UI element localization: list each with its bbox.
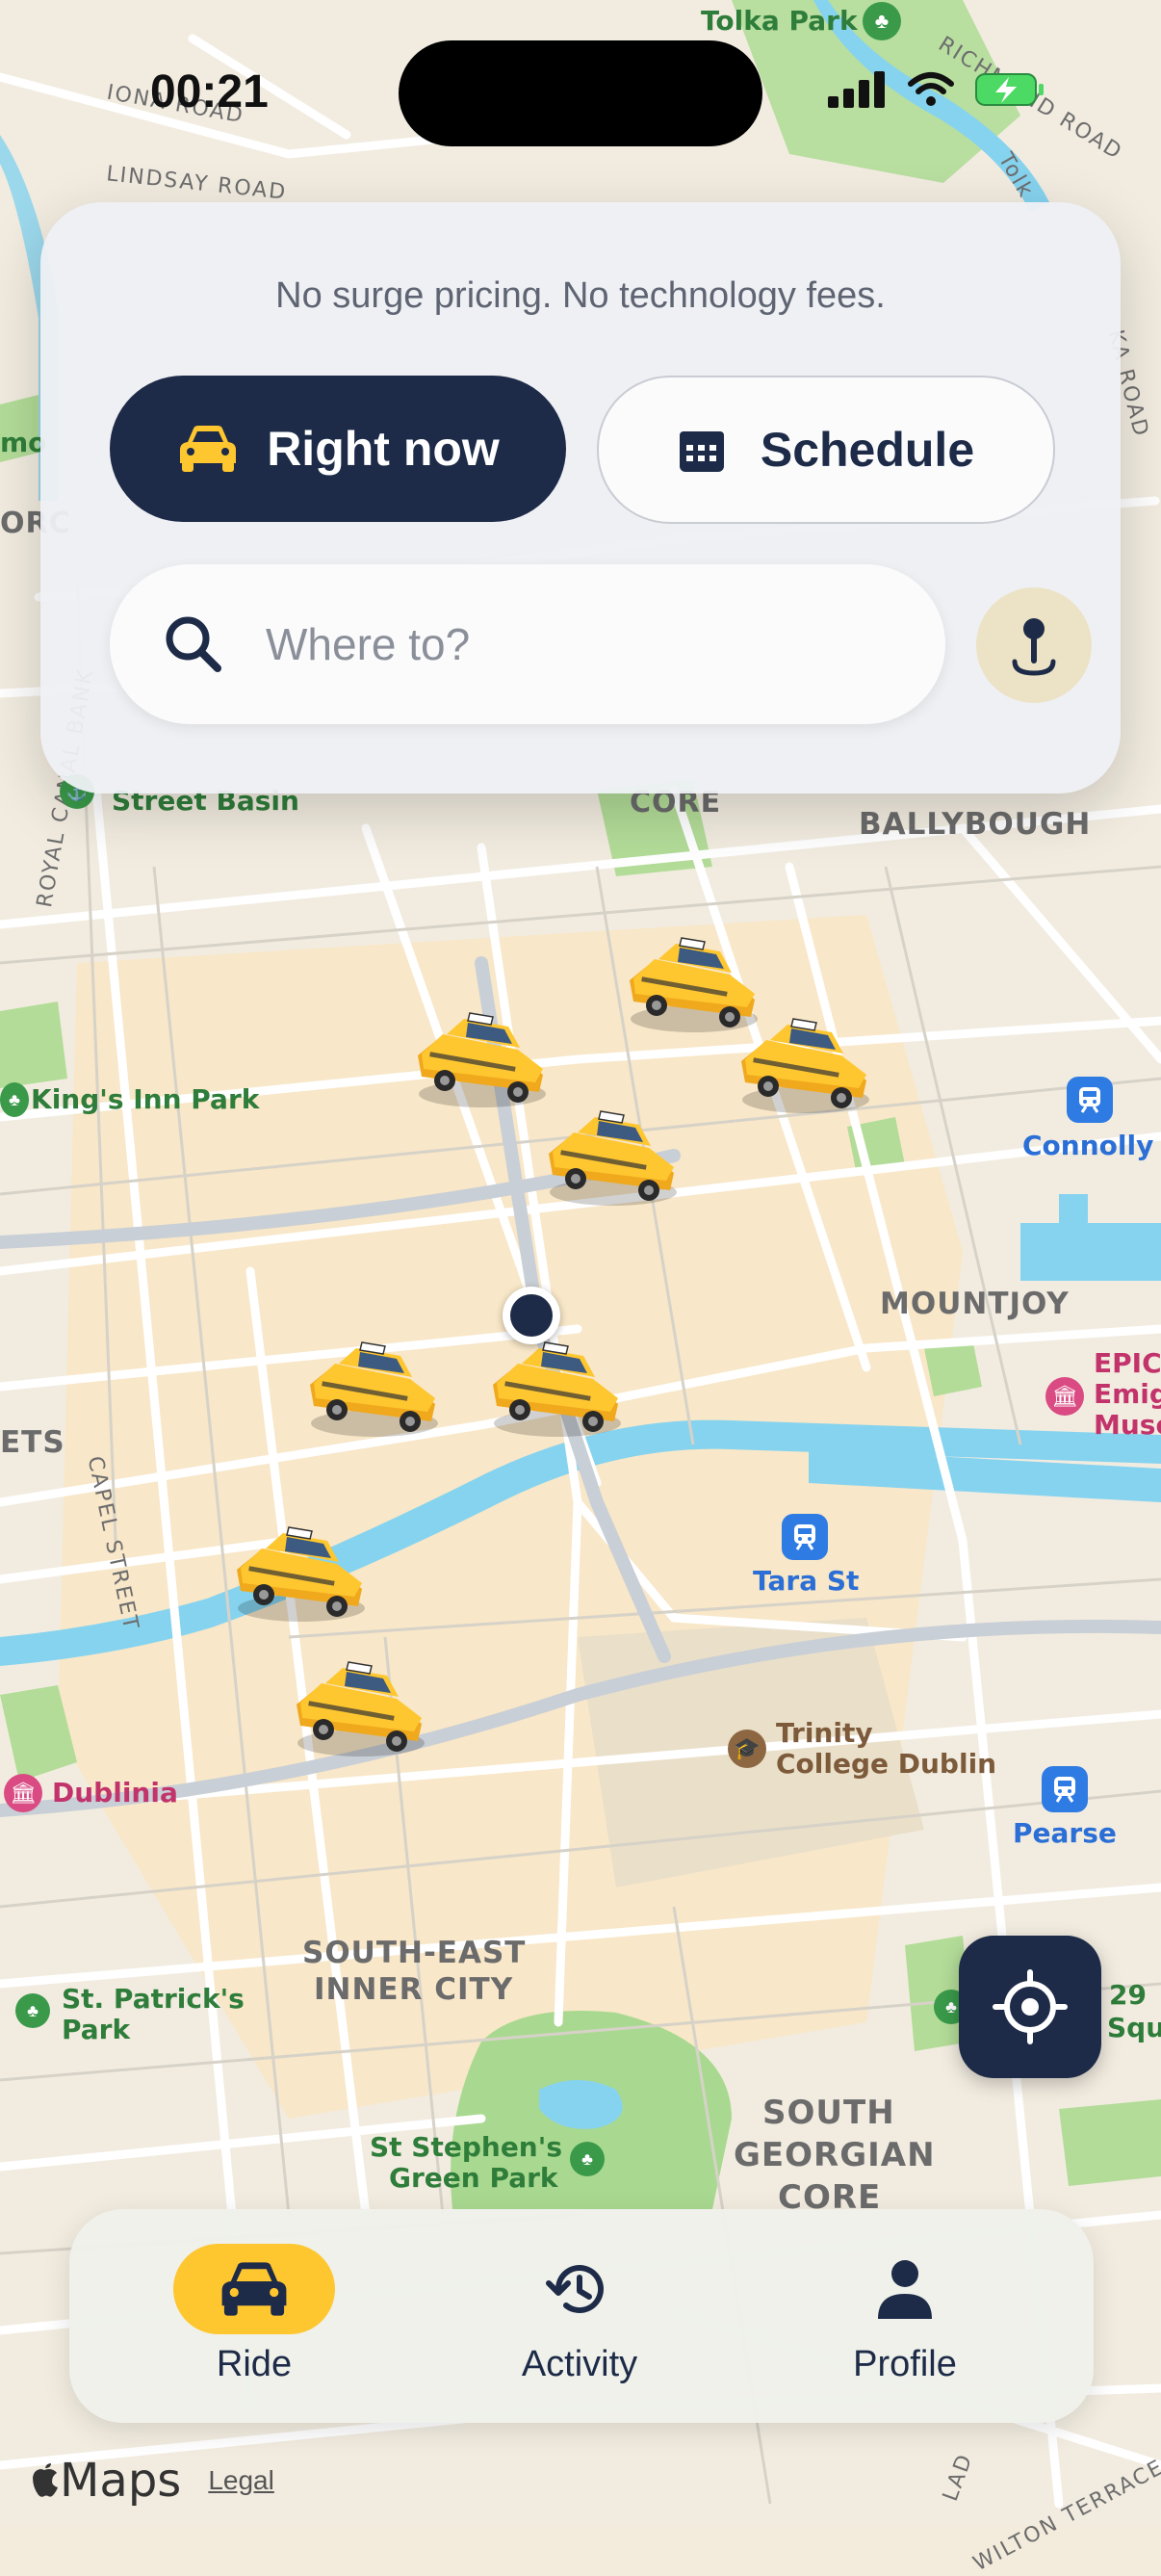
museum-icon[interactable]: 🏛 — [4, 1774, 42, 1812]
status-icons — [828, 71, 1045, 108]
train-station-icon[interactable] — [1067, 1077, 1113, 1123]
park-label: St Stephen's — [370, 2131, 562, 2163]
park-pin-icon: ♣ — [0, 1082, 29, 1117]
person-icon — [878, 2260, 932, 2319]
park-label: Green Park — [389, 2162, 558, 2194]
history-icon — [546, 2265, 604, 2314]
taxi-car-icon — [740, 1018, 870, 1114]
search-icon — [166, 616, 221, 672]
poi-label: EPIC — [1094, 1347, 1161, 1379]
tab-profile[interactable]: Profile — [780, 2244, 1030, 2398]
signal-icon — [828, 71, 885, 108]
district-label: INNER CITY — [314, 1972, 514, 2007]
car-icon — [180, 426, 237, 472]
car-icon — [221, 2262, 287, 2316]
district-label: SOUTH — [762, 2094, 895, 2132]
wifi-icon — [908, 72, 954, 106]
legal-link[interactable]: Legal — [208, 2465, 274, 2496]
poi-label: Emig — [1094, 1378, 1161, 1410]
crosshair-icon — [993, 1969, 1068, 2044]
station-label: Pearse — [1013, 1817, 1117, 1849]
district-label: GEORGIAN — [734, 2136, 936, 2174]
tab-ride[interactable]: Ride — [129, 2244, 379, 2398]
tab-activity[interactable]: Activity — [454, 2244, 705, 2398]
maps-attribution: Maps Legal — [31, 2454, 274, 2508]
park-pin-icon: ♣ — [15, 1993, 50, 2028]
park-label: Park — [62, 2014, 131, 2045]
user-location-dot — [503, 1287, 560, 1344]
schedule-button[interactable]: Schedule — [597, 376, 1055, 524]
park-label: Tolka Park — [701, 5, 858, 37]
park-label: Squ — [1107, 2012, 1161, 2043]
park-label: St. Patrick's — [62, 1983, 245, 2015]
maps-brand: Maps — [31, 2454, 181, 2508]
park-pin-icon: ♣ — [570, 2142, 605, 2176]
pick-on-map-button[interactable] — [976, 587, 1092, 703]
tab-icon-wrap — [824, 2244, 986, 2334]
tab-label: Activity — [521, 2344, 638, 2384]
park-label: 29 — [1109, 1979, 1147, 2011]
poi-label: Muse — [1094, 1409, 1161, 1441]
right-now-button[interactable]: Right now — [110, 376, 566, 522]
tab-icon-wrap — [499, 2244, 660, 2334]
park-pin-icon: ♣ — [863, 2, 901, 40]
tagline-text: No surge pricing. No technology fees. — [275, 275, 886, 316]
district-label: BALLYBOUGH — [859, 807, 1092, 842]
train-station-icon[interactable] — [1042, 1766, 1088, 1812]
park-label: King's Inn Park — [31, 1083, 260, 1115]
poi-label: Trinity — [776, 1717, 873, 1749]
taxi-car-icon — [548, 1110, 678, 1207]
taxi-car-icon — [492, 1341, 622, 1438]
bottom-tab-bar: Ride Activity Profile — [69, 2209, 1094, 2423]
recenter-location-button[interactable] — [959, 1936, 1101, 2078]
calendar-icon — [679, 431, 724, 472]
taxi-car-icon — [309, 1341, 439, 1438]
schedule-label: Schedule — [760, 423, 975, 477]
station-label: Tara St — [753, 1565, 860, 1597]
museum-icon[interactable]: 🏛 — [1045, 1377, 1084, 1416]
district-label: SOUTH-EAST — [302, 1936, 527, 1970]
maps-brand-text: Maps — [60, 2454, 182, 2508]
ride-request-card: No surge pricing. No technology fees. Ri… — [40, 202, 1121, 794]
status-time: 00:21 — [150, 66, 269, 117]
tab-label: Profile — [853, 2344, 957, 2384]
apple-logo-icon — [33, 2463, 58, 2497]
taxi-car-icon — [236, 1526, 366, 1623]
map-pin-icon — [1012, 618, 1056, 676]
tab-active-pill — [173, 2244, 335, 2334]
right-now-label: Right now — [267, 422, 500, 476]
taxi-car-icon — [417, 1012, 547, 1108]
dynamic-island — [399, 40, 762, 146]
taxi-car-icon — [296, 1661, 426, 1757]
district-label: ETS — [0, 1425, 65, 1460]
destination-search[interactable] — [110, 564, 945, 724]
train-station-icon[interactable] — [782, 1514, 828, 1560]
battery-charging-icon — [975, 73, 1044, 106]
station-label: Connolly — [1022, 1130, 1154, 1161]
search-input[interactable] — [264, 617, 845, 671]
university-icon[interactable]: 🎓 — [728, 1730, 766, 1768]
poi-label: Dublinia — [52, 1777, 178, 1808]
poi-label: College Dublin — [776, 1748, 997, 1780]
district-label: MOUNTJOY — [880, 1287, 1070, 1321]
tab-label: Ride — [216, 2344, 293, 2384]
